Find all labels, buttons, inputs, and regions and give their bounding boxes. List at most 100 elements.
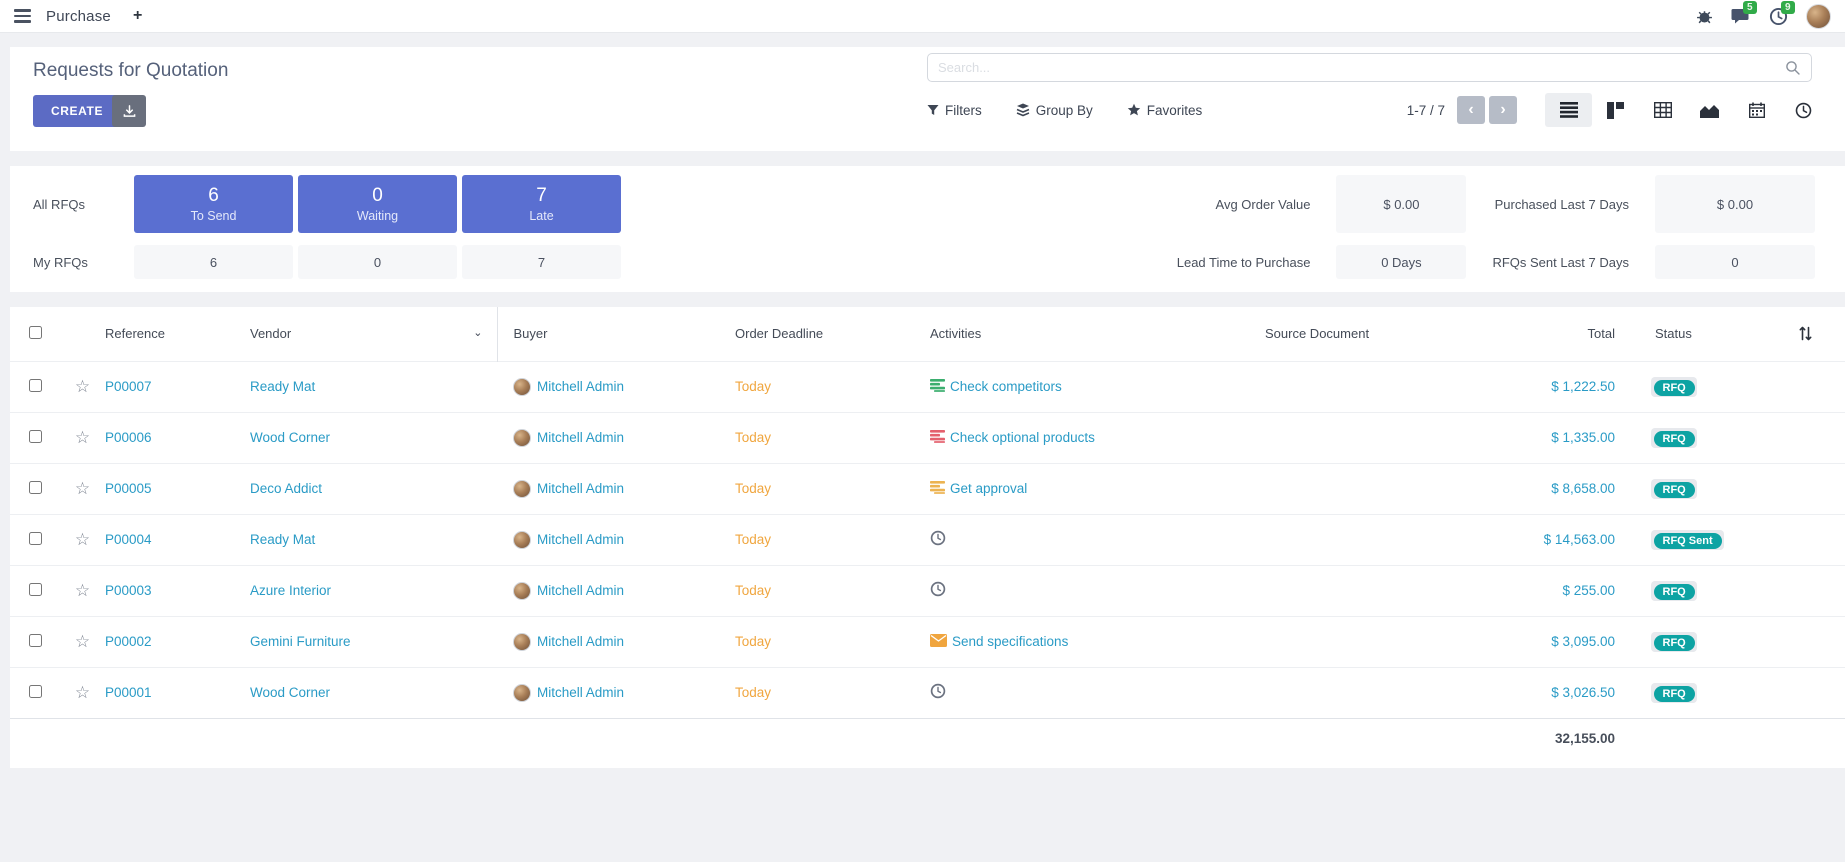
table-row[interactable]: ☆P00002Gemini FurnitureMitchell AdminTod…: [10, 616, 1845, 667]
add-tab-button[interactable]: +: [133, 7, 142, 25]
tile-waiting[interactable]: 0 Waiting: [298, 175, 457, 233]
activity-label[interactable]: Check optional products: [950, 430, 1095, 445]
filter-icon: [927, 104, 939, 116]
row-checkbox[interactable]: [29, 481, 42, 494]
column-header-total[interactable]: Total: [1455, 307, 1625, 361]
reference-link[interactable]: P00003: [105, 583, 152, 598]
reference-link[interactable]: P00007: [105, 379, 152, 394]
reference-cell: P00007: [105, 361, 250, 412]
reference-link[interactable]: P00005: [105, 481, 152, 496]
order-deadline: Today: [735, 481, 771, 496]
activity-cell-wrap: Get approval: [930, 463, 1265, 514]
activity-label[interactable]: Check competitors: [950, 379, 1062, 394]
apps-menu-icon[interactable]: [14, 9, 34, 23]
tile-to-send[interactable]: 6 To Send: [134, 175, 293, 233]
pivot-view-button[interactable]: [1639, 93, 1686, 127]
table-row[interactable]: ☆P00006Wood CornerMitchell AdminTodayChe…: [10, 412, 1845, 463]
table-row[interactable]: ☆P00007Ready MatMitchell AdminTodayCheck…: [10, 361, 1845, 412]
debug-bug-icon[interactable]: [1696, 8, 1713, 25]
kpi-rfqs-sent-value[interactable]: 0: [1655, 245, 1815, 279]
vendor-name: Wood Corner: [250, 685, 330, 700]
favorite-star-icon[interactable]: ☆: [75, 428, 90, 447]
favorite-star-icon[interactable]: ☆: [75, 530, 90, 549]
column-header-activities[interactable]: Activities: [930, 307, 1265, 361]
layers-icon: [1016, 103, 1030, 117]
list-view-icon: [1560, 102, 1578, 118]
adjust-columns-icon: [1798, 326, 1813, 341]
create-button[interactable]: CREATE: [33, 95, 121, 127]
sort-chevron-icon: ⌄: [473, 326, 482, 339]
kpi-purchased-value[interactable]: $ 0.00: [1655, 175, 1815, 233]
select-all-checkbox[interactable]: [29, 326, 42, 339]
my-tile-to-send[interactable]: 6: [134, 245, 293, 279]
row-checkbox[interactable]: [29, 430, 42, 443]
pager-prev-button[interactable]: ‹: [1457, 96, 1485, 124]
column-header-deadline[interactable]: Order Deadline: [735, 307, 930, 361]
activity-view-button[interactable]: [1780, 93, 1827, 127]
column-header-vendor[interactable]: Vendor ⌄: [250, 307, 497, 361]
export-button[interactable]: [112, 95, 146, 127]
row-checkbox[interactable]: [29, 685, 42, 698]
search-icon[interactable]: [1785, 60, 1801, 76]
activity-clock-icon[interactable]: [930, 683, 946, 702]
calendar-view-button[interactable]: [1733, 93, 1780, 127]
kanban-view-button[interactable]: [1592, 93, 1639, 127]
activity-clock-icon[interactable]: [930, 530, 946, 549]
activity-list-red-icon[interactable]: [930, 430, 945, 446]
buyer-cell-wrap: Mitchell Admin: [497, 565, 735, 616]
status-cell: RFQ: [1625, 463, 1765, 514]
activity-envelope-icon[interactable]: [930, 634, 947, 650]
user-avatar[interactable]: [1806, 4, 1831, 29]
reference-link[interactable]: P00004: [105, 532, 152, 547]
table-row[interactable]: ☆P00003Azure InteriorMitchell AdminToday…: [10, 565, 1845, 616]
filters-button[interactable]: Filters: [927, 103, 982, 118]
activity-list-green-icon[interactable]: [930, 379, 945, 395]
favorite-star-icon[interactable]: ☆: [75, 683, 90, 702]
reference-link[interactable]: P00001: [105, 685, 152, 700]
activity-list-yellow-icon[interactable]: [930, 481, 945, 497]
buyer-cell-wrap: Mitchell Admin: [497, 616, 735, 667]
favorite-star-icon[interactable]: ☆: [75, 479, 90, 498]
activities-clock-icon[interactable]: 9: [1769, 7, 1788, 26]
graph-view-button[interactable]: [1686, 93, 1733, 127]
tile-late[interactable]: 7 Late: [462, 175, 621, 233]
search-input[interactable]: [938, 60, 1785, 75]
favorite-star-icon[interactable]: ☆: [75, 377, 90, 396]
row-checkbox-cell: [10, 361, 60, 412]
row-end-spacer: [1765, 565, 1845, 616]
order-deadline: Today: [735, 685, 771, 700]
search-bar: [927, 53, 1812, 82]
activity-clock-icon[interactable]: [930, 581, 946, 600]
favorites-button[interactable]: Favorites: [1127, 103, 1203, 118]
messages-icon[interactable]: 5: [1731, 7, 1751, 25]
favorite-star-icon[interactable]: ☆: [75, 632, 90, 651]
source-document-cell: [1265, 565, 1455, 616]
row-checkbox-cell: [10, 565, 60, 616]
group-by-label: Group By: [1036, 103, 1093, 118]
pager-next-button[interactable]: ›: [1489, 96, 1517, 124]
row-checkbox[interactable]: [29, 532, 42, 545]
table-row[interactable]: ☆P00005Deco AddictMitchell AdminTodayGet…: [10, 463, 1845, 514]
table-row[interactable]: ☆P00004Ready MatMitchell AdminToday$ 14,…: [10, 514, 1845, 565]
reference-link[interactable]: P00002: [105, 634, 152, 649]
activity-label[interactable]: Get approval: [950, 481, 1027, 496]
my-tile-late[interactable]: 7: [462, 245, 621, 279]
column-header-buyer[interactable]: Buyer: [497, 307, 735, 361]
activity-label[interactable]: Send specifications: [952, 634, 1068, 649]
list-view-button[interactable]: [1545, 93, 1592, 127]
column-header-source[interactable]: Source Document: [1265, 307, 1455, 361]
kpi-avg-order-value[interactable]: $ 0.00: [1336, 175, 1466, 233]
my-tile-waiting[interactable]: 0: [298, 245, 457, 279]
group-by-button[interactable]: Group By: [1016, 103, 1093, 118]
favorite-star-icon[interactable]: ☆: [75, 581, 90, 600]
kpi-lead-time-value[interactable]: 0 Days: [1336, 245, 1466, 279]
row-checkbox[interactable]: [29, 379, 42, 392]
column-header-reference[interactable]: Reference: [105, 307, 250, 361]
row-checkbox[interactable]: [29, 583, 42, 596]
optional-columns-button[interactable]: [1798, 326, 1813, 341]
reference-link[interactable]: P00006: [105, 430, 152, 445]
column-header-status[interactable]: Status: [1625, 307, 1765, 361]
row-checkbox[interactable]: [29, 634, 42, 647]
app-name[interactable]: Purchase: [46, 8, 111, 25]
table-row[interactable]: ☆P00001Wood CornerMitchell AdminToday$ 3…: [10, 667, 1845, 718]
